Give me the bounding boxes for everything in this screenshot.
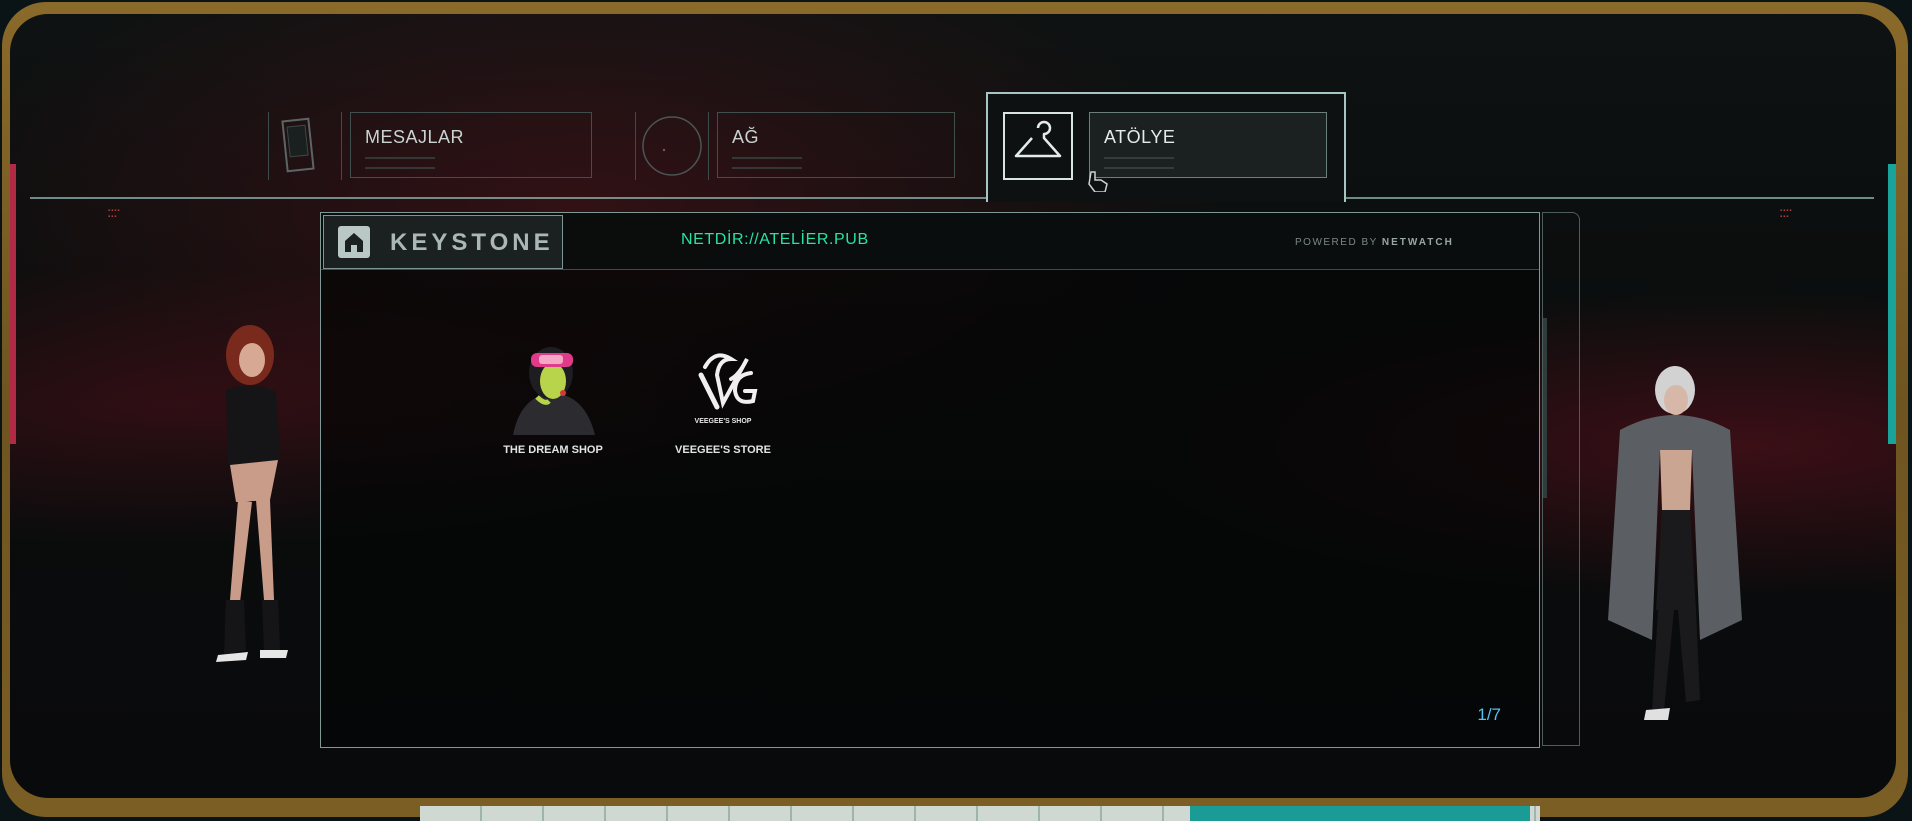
keystone-logo-text: KEYSTONE [390,229,554,256]
network-circle-icon [642,116,702,176]
character-left-figure [216,325,288,662]
tab-icon-box [1003,112,1073,180]
scroll-thumb[interactable] [1543,318,1547,498]
side-accent-right [1888,164,1896,444]
shop-link-dream-shop[interactable]: THE DREAM SHOP [483,335,623,456]
tab-label-atelier: ATÖLYE [1104,127,1176,147]
shop-link-veegee[interactable]: VEEGEE'S SHOP VEEGEE'S STORE [653,345,793,456]
background-teal-strip [1190,806,1530,821]
shop-name-veegee: VEEGEE'S STORE [675,444,771,456]
tab-label-box: MESAJLAR [350,112,592,178]
home-icon [338,226,370,258]
character-right-figure [1608,366,1742,720]
powered-by-text: POWERED BY [1295,237,1378,248]
dream-shop-avatar-icon [513,347,595,435]
cursor-hand-icon [1088,171,1108,192]
phone-icon [281,117,315,173]
shop-name-dream: THE DREAM SHOP [503,444,603,456]
veegee-logo-caption: VEEGEE'S SHOP [695,418,752,425]
netbrowser-window: KEYSTONE NETDİR://ATELİER.PUB POWERED BY… [320,212,1540,748]
tab-label-box: ATÖLYE [1089,112,1327,178]
tab-label-network: AĞ [732,127,760,147]
side-accent-left [10,164,16,444]
tab-label-messages: MESAJLAR [365,127,465,147]
address-url[interactable]: NETDİR://ATELİER.PUB [681,231,869,249]
veegee-logo-icon: VEEGEE'S SHOP [695,353,758,425]
keystone-home-button[interactable]: KEYSTONE [323,215,563,269]
tab-subtext [365,157,435,169]
hanger-icon [1014,120,1062,158]
tab-label-box: AĞ [717,112,955,178]
tab-icon-box [268,112,342,180]
tab-divider-line [30,197,1874,199]
page-indicator: 1/7 [1477,705,1501,724]
hud-marker-right: ▪▪▪▪ ▪▪▪ [1780,208,1793,220]
home-glyph-icon [345,233,363,252]
netwatch-brand: NETWATCH [1381,237,1454,248]
tab-subtext [732,157,802,169]
tab-icon-box [635,112,709,180]
browser-header: KEYSTONE NETDİR://ATELİER.PUB POWERED BY… [321,213,1539,270]
powered-by-label: POWERED BY NETWATCH [1295,237,1454,248]
browser-scroll-rail[interactable] [1542,212,1580,746]
hud-marker-left: ▪▪▪▪ ▪▪▪ [108,208,121,220]
